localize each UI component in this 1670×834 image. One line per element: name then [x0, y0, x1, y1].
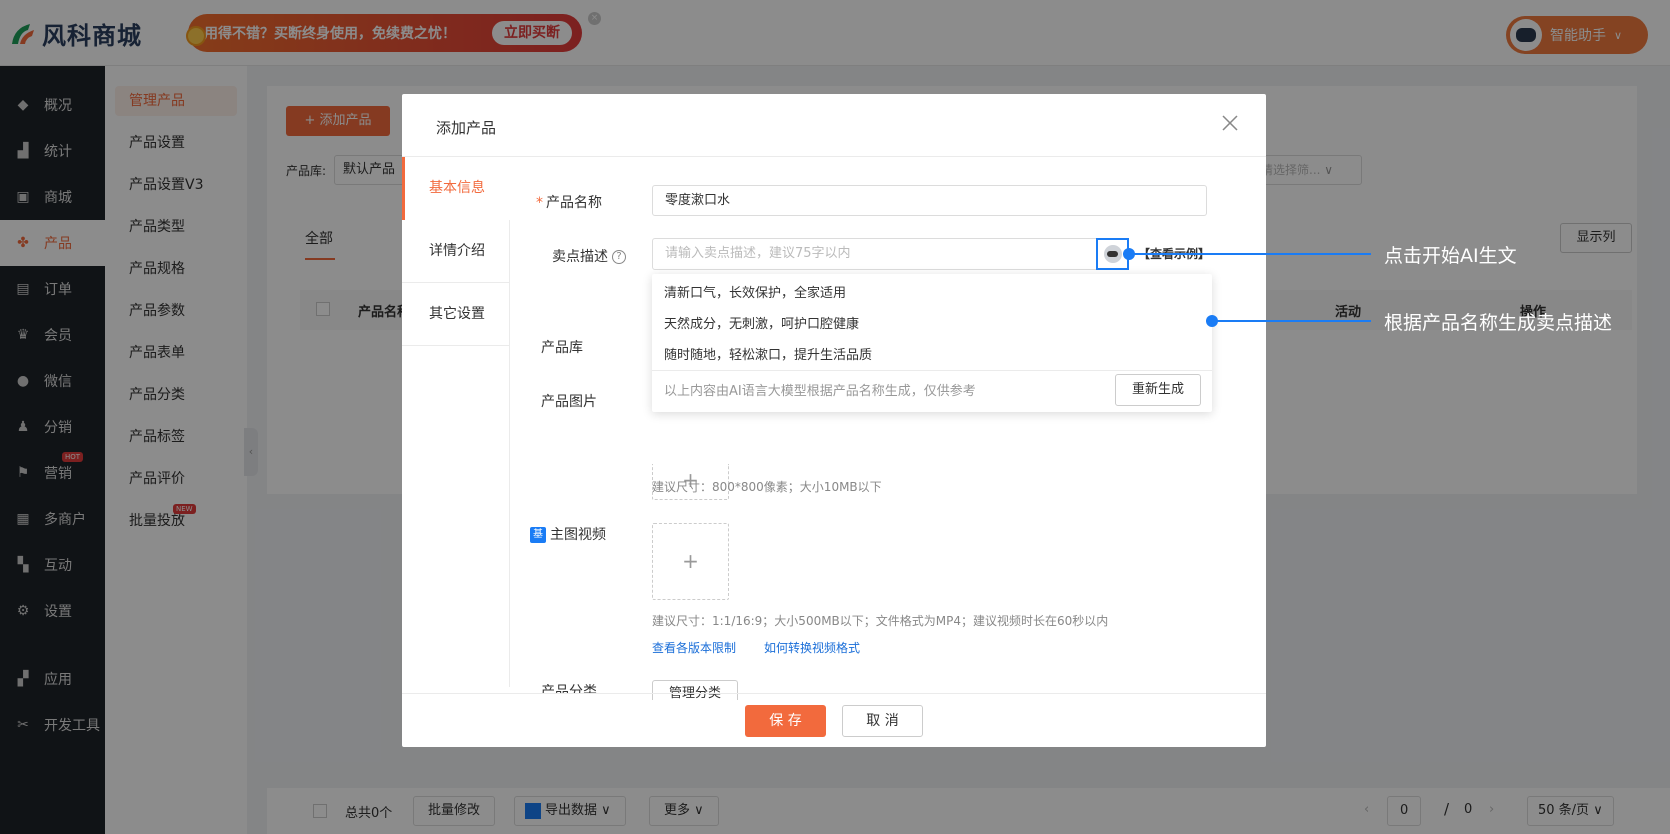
suggestion-item[interactable]: 随时随地，轻松漱口，提升生活品质 — [652, 340, 1212, 371]
regenerate-button[interactable]: 重新生成 — [1115, 374, 1201, 406]
product-name-input[interactable]: 零度漱口水 — [652, 185, 1207, 216]
product-name-label-text: 产品名称 — [546, 195, 602, 211]
selling-point-label: 卖点描述? — [514, 246, 626, 266]
convert-video-link[interactable]: 如何转换视频格式 — [764, 639, 860, 656]
callout-line — [1129, 253, 1371, 255]
tab-details[interactable]: 详情介绍 — [402, 220, 510, 283]
selling-point-label-text: 卖点描述 — [552, 249, 608, 265]
tabs-spacer — [402, 346, 510, 687]
ai-suggestion-dropdown: 清新口气，长效保护，全家适用 天然成分，无刺激，呵护口腔健康 随时随地，轻松漱口… — [652, 274, 1212, 412]
selling-point-input[interactable]: 请输入卖点描述，建议75字以内 — [652, 238, 1100, 270]
product-lib-field-label: 产品库 — [541, 340, 583, 356]
tab-other-settings[interactable]: 其它设置 — [402, 283, 510, 346]
callout-ai-start: 点击开始AI生文 — [1384, 245, 1517, 267]
main-video-label-text: 主图视频 — [550, 527, 606, 543]
product-name-label: * 产品名称 — [514, 192, 602, 212]
divider — [402, 156, 1266, 157]
image-size-hint: 建议尺寸：800*800像素；大小10MB以下 — [652, 480, 882, 494]
suggestion-item[interactable]: 天然成分，无刺激，呵护口腔健康 — [652, 309, 1212, 340]
help-icon[interactable]: ? — [612, 250, 626, 264]
ai-robot-icon — [1103, 245, 1122, 263]
required-mark: * — [536, 195, 543, 211]
close-icon[interactable] — [1219, 112, 1241, 134]
callout-line — [1212, 320, 1371, 322]
video-upload-box[interactable]: + — [652, 523, 729, 600]
divider — [652, 370, 1212, 371]
video-size-hint: 建议尺寸：1:1/16:9；大小500MB以下；文件格式为MP4；建议视频时长在… — [652, 614, 1109, 628]
cancel-button[interactable]: 取 消 — [842, 705, 923, 737]
save-button[interactable]: 保 存 — [745, 705, 826, 737]
ai-disclaimer-note: 以上内容由AI语言大模型根据产品名称生成，仅供参考 — [664, 384, 976, 399]
callout-ai-generate: 根据产品名称生成卖点描述 — [1384, 312, 1613, 334]
product-image-label: 产品图片 — [541, 394, 597, 410]
modal-side-tabs: 基本信息 详情介绍 其它设置 — [402, 157, 510, 687]
divider — [402, 693, 1266, 694]
tab-basic-info[interactable]: 基本信息 — [402, 157, 510, 220]
manage-category-button[interactable]: 管理分类 — [652, 680, 738, 700]
version-limits-link[interactable]: 查看各版本限制 — [652, 639, 736, 656]
add-product-modal: 添加产品 基本信息 详情介绍 其它设置 * 产品名称 零度漱口水 卖点描述? 请输… — [402, 94, 1266, 747]
main-video-label: 基主图视频 — [514, 524, 634, 544]
video-badge-icon: 基 — [530, 527, 546, 543]
suggestion-item[interactable]: 清新口气，长效保护，全家适用 — [652, 278, 1212, 309]
category-label: 产品分类 — [541, 684, 597, 693]
plus-icon: + — [682, 549, 699, 573]
modal-title: 添加产品 — [436, 119, 497, 137]
